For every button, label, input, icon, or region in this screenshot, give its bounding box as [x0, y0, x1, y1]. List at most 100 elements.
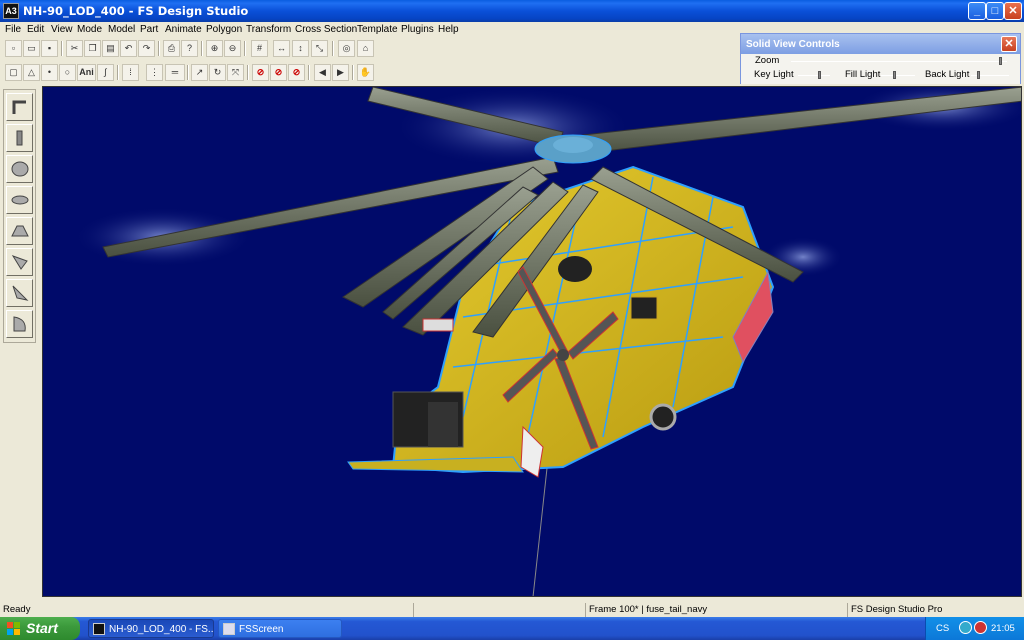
app-icon[interactable]: A3 [3, 3, 19, 19]
menu-plugins[interactable]: Plugins [401, 24, 434, 35]
corner-shape-icon[interactable] [6, 93, 33, 121]
start-button[interactable]: Start [0, 617, 80, 640]
zoom-slider-thumb[interactable] [999, 57, 1002, 65]
menu-help[interactable]: Help [438, 24, 459, 35]
key-light-slider[interactable] [798, 71, 830, 79]
language-indicator[interactable]: CS [936, 623, 949, 634]
security-shield-icon[interactable] [974, 621, 987, 634]
bar-shape-icon[interactable] [6, 124, 33, 152]
grid-icon[interactable]: # [251, 40, 268, 57]
view-icon[interactable]: ◎ [338, 40, 355, 57]
toolbar-separator [247, 65, 249, 80]
key-light-slider-thumb[interactable] [818, 71, 821, 79]
toolbar-separator [158, 41, 160, 56]
solid-view-controls-panel: Solid View Controls ✕ Zoom Key Light Fil… [740, 33, 1021, 85]
taskbar-item-fsscreen[interactable]: FSScreen [218, 619, 342, 638]
open-folder-icon[interactable]: ▭ [23, 40, 40, 57]
hand-icon[interactable]: ✋ [357, 64, 374, 81]
undo-icon[interactable]: ↶ [120, 40, 137, 57]
ellipse-shape-icon[interactable] [6, 155, 33, 183]
lock-icon[interactable]: ⌂ [357, 40, 374, 57]
menu-animate[interactable]: Animate [165, 24, 202, 35]
windows-logo-icon [7, 622, 20, 635]
toolbar-separator [61, 41, 63, 56]
menu-cross-section[interactable]: Cross Section [295, 24, 357, 35]
copy-icon[interactable]: ❐ [84, 40, 101, 57]
no-wire-icon[interactable]: ⊘ [288, 64, 305, 81]
menu-transform[interactable]: Transform [246, 24, 291, 35]
window-icon [223, 623, 235, 635]
title-bar[interactable]: A3 NH-90_LOD_400 - FS Design Studio _ □ … [0, 0, 1024, 22]
numbers-icon[interactable]: ⁞ [122, 64, 139, 81]
menu-template[interactable]: Template [357, 24, 398, 35]
menu-polygon[interactable]: Polygon [206, 24, 242, 35]
status-product: FS Design Studio Pro [847, 603, 1024, 617]
minimize-button[interactable]: _ [968, 2, 986, 20]
toolbar-separator [308, 65, 310, 80]
desktop: A3 NH-90_LOD_400 - FS Design Studio _ □ … [0, 0, 1024, 640]
toolbar-separator [332, 41, 334, 56]
save-icon[interactable]: ▪ [41, 40, 58, 57]
rotate-icon[interactable]: ↻ [209, 64, 226, 81]
menu-file[interactable]: File [5, 24, 21, 35]
previous-frame-icon[interactable]: ◀ [314, 64, 331, 81]
status-ready: Ready [3, 604, 31, 615]
oval-shape-icon[interactable] [6, 186, 33, 214]
next-frame-icon[interactable]: ▶ [332, 64, 349, 81]
animation-toggle-button[interactable]: Ani [77, 64, 96, 81]
helicopter-model-render[interactable] [43, 87, 1022, 597]
select-box-icon[interactable]: ▢ [5, 64, 22, 81]
solid-view-viewport[interactable] [42, 86, 1022, 597]
network-icon[interactable] [959, 621, 972, 634]
cut-icon[interactable]: ✂ [66, 40, 83, 57]
mirror-y-icon[interactable]: ↕ [292, 40, 309, 57]
cockpit-window [558, 256, 592, 282]
paste-icon[interactable]: ▤ [102, 40, 119, 57]
no-light-icon[interactable]: ⊘ [270, 64, 287, 81]
no-texture-icon[interactable]: ⊘ [252, 64, 269, 81]
taskbar-item-fs-design-studio[interactable]: NH-90_LOD_400 - FS... [88, 619, 214, 638]
print-icon[interactable]: ⎙ [163, 40, 180, 57]
fill-light-label: Fill Light [845, 69, 881, 80]
point-icon[interactable]: • [41, 64, 58, 81]
triangle-icon[interactable]: △ [23, 64, 40, 81]
menu-view[interactable]: View [51, 24, 73, 35]
clock[interactable]: 21:05 [991, 623, 1015, 634]
trapezoid-shape-icon[interactable] [6, 217, 33, 245]
close-button[interactable]: ✕ [1004, 2, 1022, 20]
menu-model[interactable]: Model [108, 24, 135, 35]
mirror-z-icon[interactable]: ⤡ [311, 40, 328, 57]
status-frame: Frame 100* | fuse_tail_navy [585, 603, 845, 617]
new-file-icon[interactable]: ▫ [5, 40, 22, 57]
toolbar-separator [244, 41, 246, 56]
fill-light-slider[interactable] [881, 71, 915, 79]
solid-view-close-button[interactable]: ✕ [1001, 36, 1017, 52]
maximize-button[interactable]: □ [986, 2, 1004, 20]
dotted-grid-icon[interactable]: ⋮ [146, 64, 163, 81]
circle-icon[interactable]: ○ [59, 64, 76, 81]
menu-part[interactable]: Part [140, 24, 158, 35]
help-icon[interactable]: ? [181, 40, 198, 57]
back-light-slider-thumb[interactable] [977, 71, 980, 79]
fill-light-slider-thumb[interactable] [893, 71, 896, 79]
fin-shape-icon[interactable] [6, 279, 33, 307]
menu-mode[interactable]: Mode [77, 24, 102, 35]
sector-shape-icon[interactable] [6, 310, 33, 338]
taskbar-item-label: NH-90_LOD_400 - FS... [109, 624, 214, 635]
ruler-icon[interactable]: ═ [165, 64, 185, 81]
curve-icon[interactable]: ∫ [97, 64, 114, 81]
zoom-label: Zoom [755, 55, 780, 66]
zoom-slider[interactable] [791, 57, 1007, 65]
mirror-x-icon[interactable]: ↔ [273, 40, 290, 57]
wing-shape-icon[interactable] [6, 248, 33, 276]
zoom-out-icon[interactable]: ⊖ [224, 40, 241, 57]
menu-edit[interactable]: Edit [27, 24, 44, 35]
scale-icon[interactable]: ⤧ [227, 64, 244, 81]
solid-view-title-bar[interactable]: Solid View Controls ✕ [741, 34, 1020, 54]
arrow-icon[interactable]: ↗ [191, 64, 208, 81]
redo-icon[interactable]: ↷ [138, 40, 155, 57]
back-light-slider[interactable] [971, 71, 1009, 79]
zoom-in-icon[interactable]: ⊕ [206, 40, 223, 57]
key-light-label: Key Light [754, 69, 794, 80]
toolbar-separator [117, 65, 119, 80]
